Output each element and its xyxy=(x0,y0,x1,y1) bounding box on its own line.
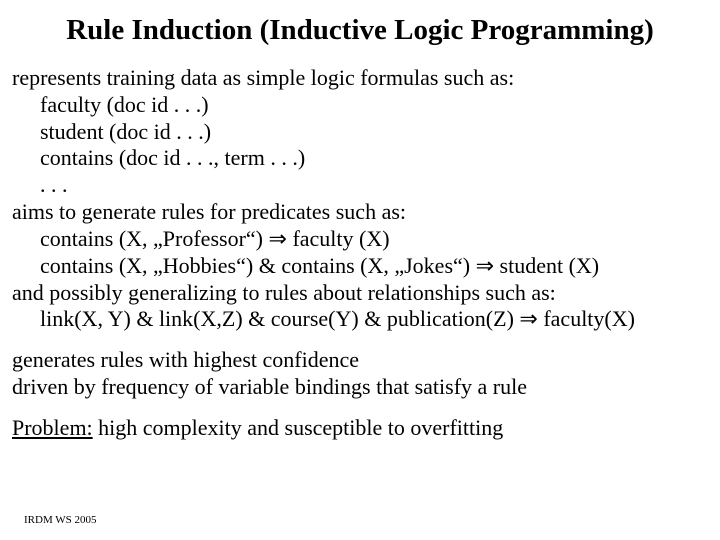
slide: Rule Induction (Inductive Logic Programm… xyxy=(0,0,720,540)
line-problem: Problem: high complexity and susceptible… xyxy=(12,415,708,442)
implies-icon: ⇒ xyxy=(519,306,537,331)
line-confidence: generates rules with highest confidence xyxy=(12,347,708,374)
line-intro: represents training data as simple logic… xyxy=(12,65,708,92)
slide-footer: IRDM WS 2005 xyxy=(24,514,97,526)
rule-1-rhs: faculty (X) xyxy=(287,226,390,251)
rule-1-lhs: contains (X, „Professor“) xyxy=(40,226,269,251)
line-rule-2: contains (X, „Hobbies“) & contains (X, „… xyxy=(12,253,708,280)
implies-icon: ⇒ xyxy=(476,253,494,278)
line-generalize: and possibly generalizing to rules about… xyxy=(12,280,708,307)
line-contains: contains (doc id . . ., term . . .) xyxy=(12,145,708,172)
slide-body: represents training data as simple logic… xyxy=(12,65,708,442)
problem-text: high complexity and susceptible to overf… xyxy=(93,415,504,440)
line-faculty: faculty (doc id . . .) xyxy=(12,92,708,119)
rule-2-lhs: contains (X, „Hobbies“) & contains (X, „… xyxy=(40,253,476,278)
problem-label: Problem: xyxy=(12,415,93,440)
implies-icon: ⇒ xyxy=(269,226,287,251)
slide-title: Rule Induction (Inductive Logic Programm… xyxy=(12,14,708,47)
line-rule-1: contains (X, „Professor“) ⇒ faculty (X) xyxy=(12,226,708,253)
line-frequency: driven by frequency of variable bindings… xyxy=(12,374,708,401)
line-ellipsis: . . . xyxy=(12,172,708,199)
line-aims: aims to generate rules for predicates su… xyxy=(12,199,708,226)
line-rule-3: link(X, Y) & link(X,Z) & course(Y) & pub… xyxy=(12,306,708,333)
rule-2-rhs: student (X) xyxy=(494,253,599,278)
rule-3-rhs: faculty(X) xyxy=(538,306,635,331)
rule-3-lhs: link(X, Y) & link(X,Z) & course(Y) & pub… xyxy=(40,306,519,331)
line-student: student (doc id . . .) xyxy=(12,119,708,146)
